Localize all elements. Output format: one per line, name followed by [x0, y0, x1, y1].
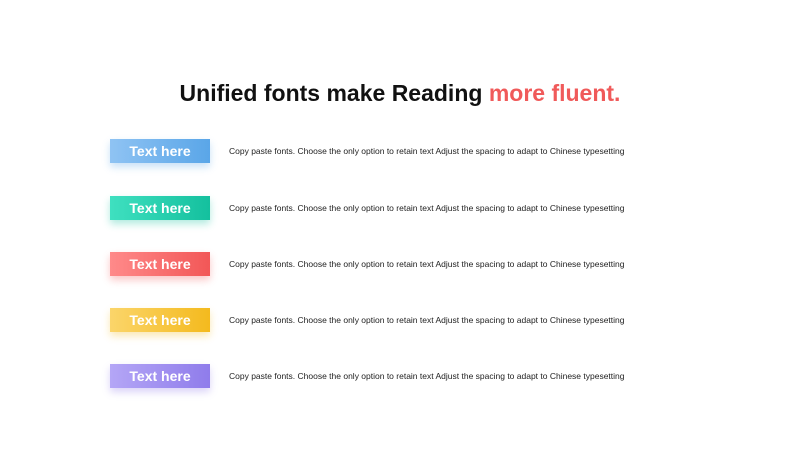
list-item: Text here Copy paste fonts. Choose the o… — [110, 196, 750, 220]
text-tag: Text here — [110, 364, 210, 388]
item-description: Copy paste fonts. Choose the only option… — [229, 259, 625, 269]
item-description: Copy paste fonts. Choose the only option… — [229, 371, 625, 381]
text-tag: Text here — [110, 308, 210, 332]
title-accent: more fluent. — [488, 80, 621, 106]
item-description: Copy paste fonts. Choose the only option… — [229, 146, 625, 156]
item-description: Copy paste fonts. Choose the only option… — [229, 315, 625, 325]
item-description: Copy paste fonts. Choose the only option… — [229, 203, 625, 213]
title-main: Unified fonts make Reading — [179, 80, 483, 106]
list-item: Text here Copy paste fonts. Choose the o… — [110, 252, 750, 276]
page-title: Unified fonts make Reading more fluent. — [0, 80, 800, 107]
list-item: Text here Copy paste fonts. Choose the o… — [110, 139, 750, 163]
text-tag: Text here — [110, 139, 210, 163]
list-item: Text here Copy paste fonts. Choose the o… — [110, 364, 750, 388]
text-tag: Text here — [110, 196, 210, 220]
list-item: Text here Copy paste fonts. Choose the o… — [110, 308, 750, 332]
text-tag: Text here — [110, 252, 210, 276]
